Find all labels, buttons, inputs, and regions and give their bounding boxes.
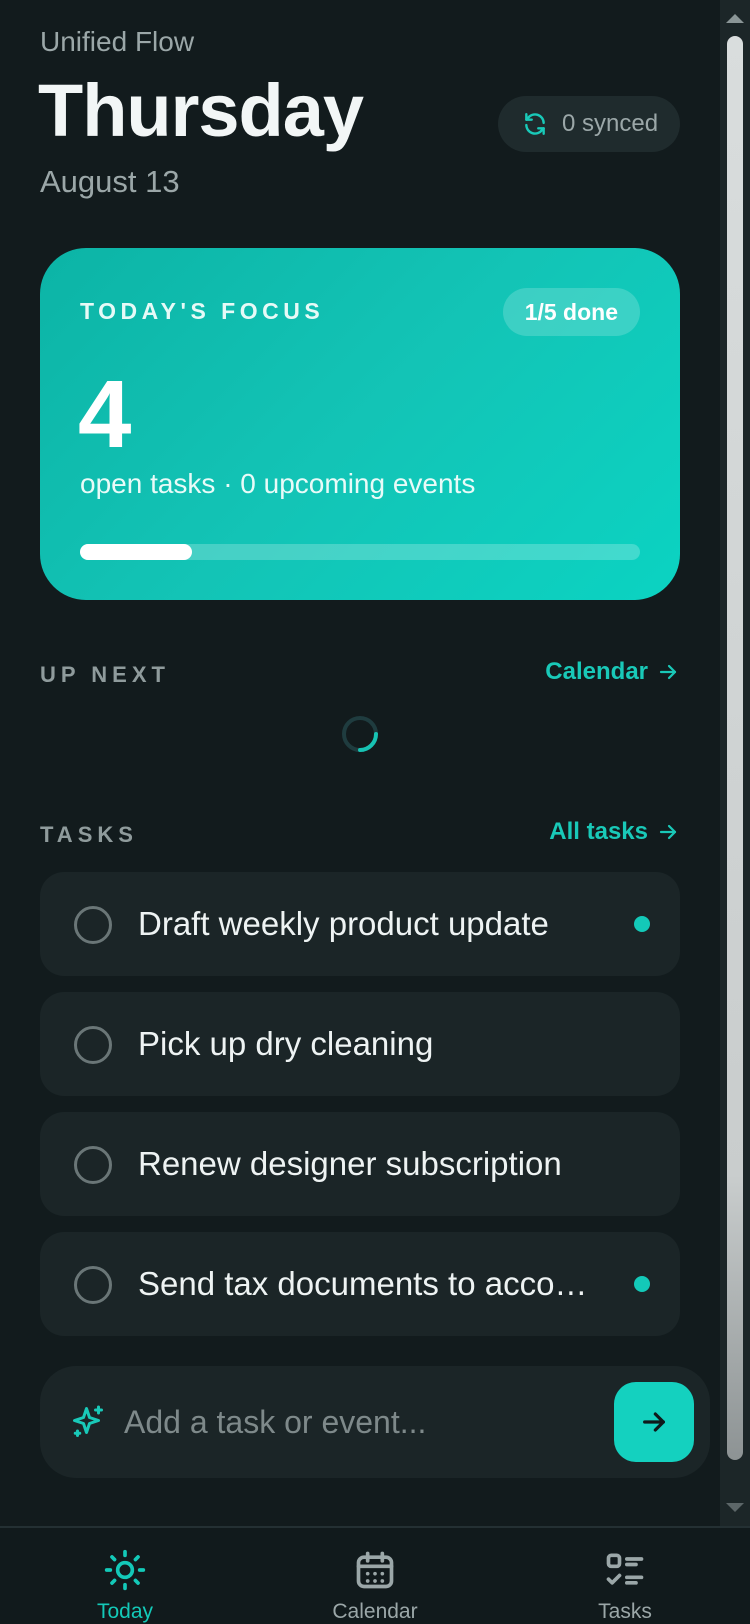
calendar-link[interactable]: Calendar	[545, 658, 680, 686]
scroll-up-arrow[interactable]	[726, 14, 744, 23]
task-title: Renew designer subscription	[138, 1145, 562, 1182]
task-row[interactable]: Pick up dry cleaning	[40, 992, 680, 1096]
scrollbar[interactable]	[720, 0, 750, 1526]
task-title: Draft weekly product update	[138, 905, 549, 942]
all-tasks-link-label: All tasks	[549, 818, 648, 845]
nav-label-tasks: Tasks	[598, 1600, 652, 1623]
tasks-heading: TASKS	[40, 822, 138, 847]
task-flag-dot	[634, 1276, 650, 1292]
arrow-right-icon	[643, 1412, 665, 1432]
task-checkbox[interactable]	[74, 1146, 112, 1184]
task-checkbox[interactable]	[74, 1266, 112, 1304]
bottom-nav: Today Calendar Tasks	[0, 1526, 750, 1624]
page-title: Thursday	[38, 69, 364, 152]
nav-tab-tasks[interactable]: Tasks	[545, 1548, 705, 1624]
loading-spinner	[342, 716, 378, 752]
open-task-count: 4	[78, 361, 132, 468]
arrow-right-icon	[659, 664, 677, 680]
up-next-heading: UP NEXT	[40, 662, 170, 687]
nav-tab-calendar[interactable]: Calendar	[295, 1548, 455, 1624]
scroll-down-arrow[interactable]	[726, 1503, 744, 1512]
sparkle-icon	[73, 1405, 103, 1437]
task-checkbox[interactable]	[74, 906, 112, 944]
focus-label: TODAY'S FOCUS	[80, 298, 325, 324]
quick-add-bar	[40, 1366, 710, 1478]
date-label: August 13	[40, 164, 180, 199]
nav-label-calendar: Calendar	[332, 1600, 418, 1623]
nav-label-today: Today	[96, 1600, 154, 1623]
task-row[interactable]: Renew designer subscription	[40, 1112, 680, 1216]
arrow-right-icon	[659, 824, 677, 840]
sync-status-button[interactable]: 0 synced	[498, 96, 680, 152]
task-flag-dot	[634, 916, 650, 932]
task-row[interactable]: Draft weekly product update	[40, 872, 680, 976]
focus-subtitle: open tasks · 0 upcoming events	[80, 468, 476, 499]
quick-add-input[interactable]	[124, 1394, 484, 1450]
calendar-link-label: Calendar	[545, 658, 648, 685]
calendar-icon	[356, 1551, 394, 1589]
progress-bar	[80, 544, 640, 560]
send-button[interactable]	[614, 1382, 694, 1462]
task-title: Send tax documents to accountant	[138, 1265, 604, 1302]
scrollbar-thumb[interactable]	[727, 36, 743, 1460]
task-row[interactable]: Send tax documents to accountant	[40, 1232, 680, 1336]
focus-card: TODAY'S FOCUS 1/5 done 4 open tasks · 0 …	[40, 248, 680, 600]
progress-fill	[80, 544, 192, 560]
done-badge: 1/5 done	[502, 288, 640, 336]
sync-label: 0 synced	[562, 110, 659, 137]
nav-tab-today[interactable]: Today	[45, 1548, 205, 1624]
task-title: Pick up dry cleaning	[138, 1025, 434, 1062]
task-checkbox[interactable]	[74, 1026, 112, 1064]
app-root: Unified Flow Thursday August 13 0 synced…	[0, 0, 720, 1526]
all-tasks-link[interactable]: All tasks	[549, 818, 680, 846]
sync-icon	[522, 111, 548, 137]
checklist-icon	[606, 1553, 644, 1585]
sun-icon	[104, 1549, 146, 1591]
app-name: Unified Flow	[40, 26, 195, 57]
